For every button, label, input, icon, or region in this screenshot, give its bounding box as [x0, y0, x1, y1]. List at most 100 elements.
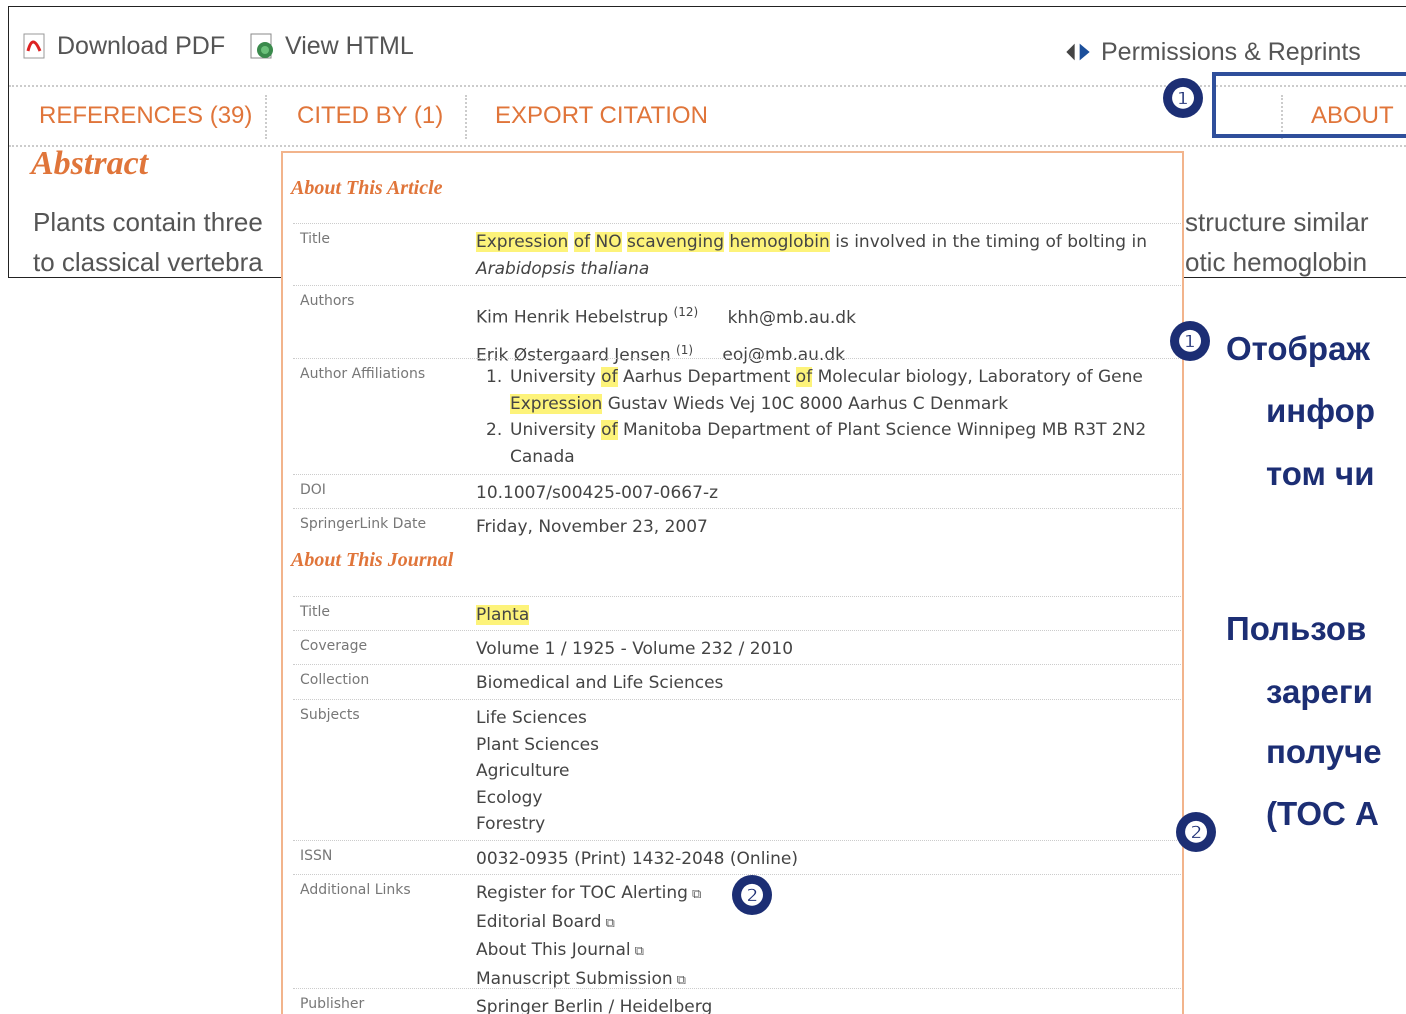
tab-cited-by[interactable]: CITED BY (1)	[297, 87, 443, 145]
annotation-text: инфор	[1266, 392, 1375, 429]
list-number: 1.	[486, 367, 503, 387]
link-label: Manuscript Submission	[476, 968, 673, 989]
annotation-text: зареги	[1266, 673, 1373, 710]
highlighted-term: of	[573, 232, 591, 252]
highlighted-term: of	[601, 420, 618, 440]
annotation-text: том чи	[1266, 455, 1375, 492]
date-row: SpringerLink Date Friday, November 23, 2…	[293, 508, 1181, 542]
external-link-icon: ⧉	[676, 972, 686, 988]
issn-value: 0032-0935 (Print) 1432-2048 (Online)	[476, 849, 799, 869]
row-label: Collection	[300, 672, 370, 688]
coverage-row: Coverage Volume 1 / 1925 - Volume 232 / …	[293, 630, 1181, 664]
author-affiliation-ref: (12)	[673, 305, 699, 319]
external-link-icon: ⧉	[605, 915, 615, 931]
affiliations-row: Author Affiliations 1. University of Aar…	[293, 358, 1181, 474]
toolbar: Download PDF View HTML Permissions & Rep…	[9, 7, 1406, 87]
subjects-list: Life Sciences Plant Sciences Agriculture…	[476, 705, 599, 838]
article-title-value: Expression of NO scavenging hemoglobin i…	[476, 229, 1147, 282]
row-label: Additional Links	[300, 882, 411, 898]
view-html-button[interactable]: View HTML	[247, 31, 414, 61]
html-icon	[247, 31, 277, 61]
abstract-title: Abstract	[31, 145, 149, 182]
subject-item: Life Sciences	[476, 708, 587, 728]
row-label: Coverage	[300, 638, 368, 654]
link-editorial-board[interactable]: Editorial Board ⧉	[476, 909, 701, 938]
highlighted-term[interactable]: Planta	[476, 605, 530, 625]
coverage-value: Volume 1 / 1925 - Volume 232 / 2010	[476, 639, 794, 659]
callout-badge-1: ❶	[1170, 321, 1210, 361]
subject-item: Forestry	[476, 814, 546, 834]
affiliation-text: Gustav Wieds Vej 10C 8000 Aarhus C Denma…	[607, 393, 1009, 414]
journal-title-row: Title Planta	[293, 596, 1181, 630]
collection-value: Biomedical and Life Sciences	[476, 673, 724, 693]
title-species: Arabidopsis thaliana	[476, 258, 650, 279]
external-link-icon: ⧉	[691, 887, 702, 902]
doi-row: DOI 10.1007/s00425-007-0667-z	[293, 474, 1181, 508]
callout-badge-2: ❷	[732, 875, 772, 915]
highlighted-term: hemoglobin	[729, 232, 830, 252]
tab-export-citation[interactable]: EXPORT CITATION	[495, 87, 708, 145]
annotation-text: (ТОС А	[1266, 795, 1379, 832]
subject-item: Ecology	[476, 787, 543, 808]
abstract-text-line: to classical vertebra	[33, 247, 263, 277]
tab-references[interactable]: REFERENCES (39)	[39, 87, 252, 145]
affiliation-text: Molecular biology, Laboratory of Gene	[817, 367, 1143, 387]
links-list: Register for TOC Alerting ⧉ Editorial Boa…	[476, 880, 701, 994]
view-html-label: View HTML	[285, 31, 414, 60]
about-article-heading: About This Article	[291, 177, 443, 199]
author-name[interactable]: Kim Henrik Hebelstrup	[476, 308, 668, 328]
abstract-text-line: Plants contain three	[33, 207, 263, 237]
journal-title-value: Planta	[476, 602, 530, 629]
permissions-label: Permissions & Reprints	[1101, 37, 1361, 66]
highlighted-term: NO	[595, 232, 622, 252]
link-label: About This Journal	[476, 940, 631, 960]
callout-badge-1: ❶	[1163, 78, 1203, 118]
affiliation-item: 2. University of Manitoba Department of …	[476, 417, 1166, 470]
row-label: ISSN	[300, 848, 333, 864]
annotation-text: Пользов	[1226, 610, 1367, 647]
author-entry: Kim Henrik Hebelstrup (12) khh@mb.au.dk	[476, 296, 856, 334]
affiliations-list: 1. University of Aarhus Department of Mo…	[476, 364, 1166, 470]
row-label: Author Affiliations	[300, 366, 426, 382]
tab-divider	[265, 95, 267, 139]
list-number: 2.	[486, 420, 503, 440]
link-label: Register for TOC Alerting	[476, 883, 688, 903]
link-about-journal[interactable]: About This Journal ⧉	[476, 937, 701, 966]
article-title-row: Title Expression of NO scavenging hemogl…	[293, 223, 1181, 285]
doi-value: 10.1007/s00425-007-0667-z	[476, 483, 719, 503]
callout-badge-2: ❷	[1176, 812, 1216, 852]
row-label: Title	[300, 231, 331, 247]
row-label: Publisher	[300, 996, 365, 1012]
permissions-icon	[1063, 37, 1093, 67]
download-pdf-label: Download PDF	[57, 31, 226, 60]
authors-row: Authors Kim Henrik Hebelstrup (12) khh@m…	[293, 285, 1181, 365]
link-register-toc-alerting[interactable]: Register for TOC Alerting ⧉	[476, 880, 701, 909]
row-label: Authors	[300, 293, 355, 309]
highlighted-term: Expression	[510, 393, 603, 414]
collection-row: Collection Biomedical and Life Sciences	[293, 664, 1181, 699]
highlighted-term: scavenging	[627, 232, 724, 252]
about-panel: About This Article Title Expression of N…	[281, 151, 1184, 1014]
highlighted-term: of	[795, 367, 813, 387]
issn-row: ISSN 0032-0935 (Print) 1432-2048 (Online…	[293, 840, 1181, 874]
abstract-text-line: structure similar	[1185, 207, 1369, 237]
highlighted-term: of	[601, 367, 618, 387]
permissions-button[interactable]: Permissions & Reprints	[1063, 37, 1361, 67]
affiliation-text: University	[510, 367, 596, 387]
about-tab-highlight	[1212, 72, 1406, 138]
highlighted-term: Expression	[476, 232, 569, 252]
row-label: SpringerLink Date	[300, 516, 427, 532]
tab-divider	[465, 95, 467, 139]
subjects-row: Subjects Life Sciences Plant Sciences Ag…	[293, 699, 1181, 840]
subject-item: Plant Sciences	[476, 734, 599, 755]
affiliation-text: Aarhus Department	[622, 367, 791, 387]
external-link-icon: ⧉	[634, 944, 644, 959]
publisher-value: Springer Berlin / Heidelberg	[476, 997, 713, 1014]
link-label: Editorial Board	[476, 911, 602, 932]
author-email[interactable]: khh@mb.au.dk	[728, 308, 856, 328]
pdf-icon	[19, 31, 49, 61]
date-value: Friday, November 23, 2007	[476, 517, 708, 537]
download-pdf-button[interactable]: Download PDF	[19, 31, 225, 61]
row-label: Subjects	[300, 707, 360, 723]
affiliation-text: Canada	[510, 446, 575, 467]
